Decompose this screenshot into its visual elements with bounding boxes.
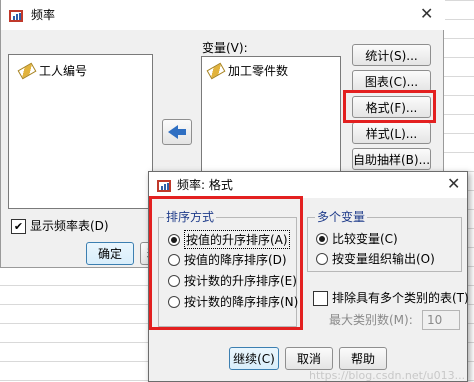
scale-variable-icon xyxy=(206,62,226,79)
radio-label: 比较变量(C) xyxy=(332,232,398,246)
list-item-label: 工人编号 xyxy=(39,64,88,78)
checkbox-label: 显示频率表(D) xyxy=(30,219,109,233)
cancel-button[interactable]: 取消 xyxy=(285,347,333,370)
radio-label: 按变量组织输出(O) xyxy=(332,252,435,266)
variables-label: 变量(V): xyxy=(202,41,248,55)
watermark-text: https://blog.csdn.net/u013... xyxy=(309,369,466,382)
dialog-titlebar: 频率 ✕ xyxy=(1,0,445,30)
dialog-title: 频率 xyxy=(31,8,56,22)
max-categories-label: 最大类别数(M): xyxy=(329,313,413,327)
style-button[interactable]: 样式(L)... xyxy=(352,122,431,144)
list-item[interactable]: 工人编号 xyxy=(17,62,88,79)
spss-app-icon xyxy=(157,180,171,192)
continue-button[interactable]: 继续(C) xyxy=(229,347,279,370)
radio-selected-icon xyxy=(316,232,328,245)
multiple-variables-label: 多个变量 xyxy=(315,210,368,224)
checkbox-unchecked-icon xyxy=(313,291,328,306)
compare-variables-radio[interactable]: 比较变量(C) xyxy=(316,230,398,247)
close-icon[interactable]: ✕ xyxy=(447,176,460,192)
format-dialog-title: 频率: 格式 xyxy=(177,178,233,192)
ok-button[interactable]: 确定 xyxy=(86,242,134,265)
radio-icon xyxy=(316,252,328,265)
format-button-highlight xyxy=(343,90,436,123)
list-item[interactable]: 加工零件数 xyxy=(206,62,289,79)
charts-button[interactable]: 图表(C)... xyxy=(352,70,431,92)
spss-app-icon xyxy=(9,10,23,22)
format-dialog-titlebar: 频率: 格式 ✕ xyxy=(149,172,467,198)
source-variable-list[interactable]: 工人编号 xyxy=(8,54,153,209)
scale-variable-icon xyxy=(17,62,37,79)
checkbox-checked-icon: ✔ xyxy=(11,219,26,234)
help-button[interactable]: 帮助 xyxy=(339,347,387,370)
close-icon[interactable]: ✕ xyxy=(420,6,433,22)
arrow-tail xyxy=(178,129,186,135)
arrow-left-icon xyxy=(168,125,178,139)
checkbox-label: 排除具有多个类别的表(T) xyxy=(332,291,469,305)
move-variable-button[interactable] xyxy=(162,119,192,145)
sort-group-highlight xyxy=(149,196,303,330)
max-categories-input[interactable]: 10 xyxy=(422,310,460,330)
organize-by-variable-radio[interactable]: 按变量组织输出(O) xyxy=(316,250,435,267)
format-dialog: 频率: 格式 ✕ 排序方式 按值的升序排序(A) 按值的降序排序(D) 按计数的… xyxy=(148,171,469,382)
bootstrap-button[interactable]: 自助抽样(B)... xyxy=(352,148,431,170)
list-item-label: 加工零件数 xyxy=(228,64,289,78)
display-frequency-table-checkbox[interactable]: ✔ 显示频率表(D) xyxy=(11,219,109,234)
exclude-many-categories-checkbox[interactable]: 排除具有多个类别的表(T) xyxy=(313,291,469,306)
statistics-button[interactable]: 统计(S)... xyxy=(352,44,431,66)
